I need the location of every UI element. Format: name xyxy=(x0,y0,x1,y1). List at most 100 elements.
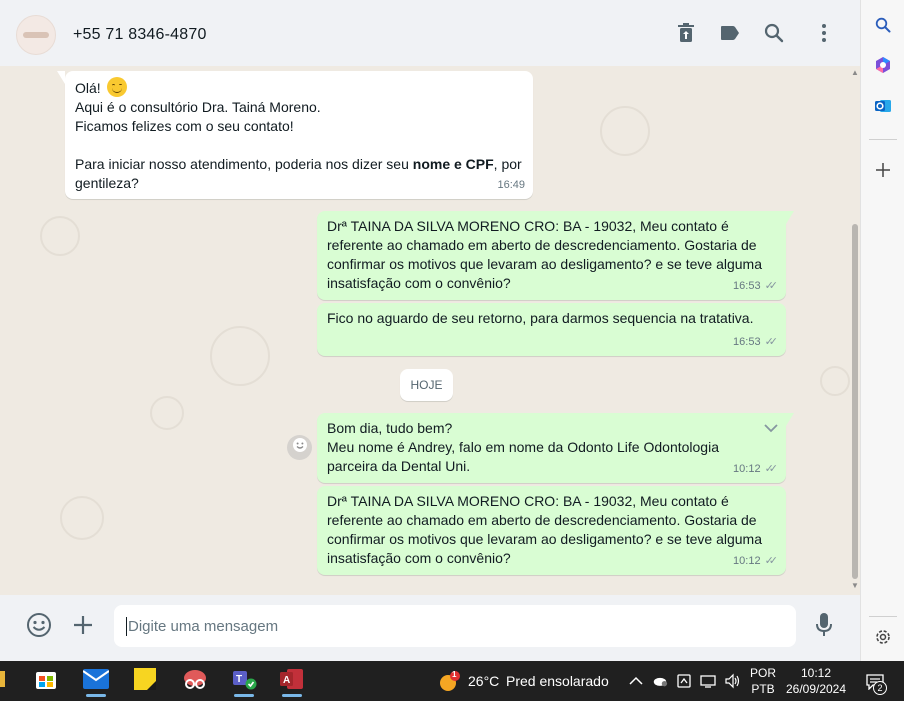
double-check-icon: ✓✓ xyxy=(764,555,779,567)
search-button[interactable] xyxy=(761,22,787,48)
sidebar-settings-button[interactable] xyxy=(871,627,895,651)
notification-count-badge: 2 xyxy=(873,681,887,695)
message-meta: 10:12 ✓✓ xyxy=(733,552,778,571)
active-indicator xyxy=(86,694,106,697)
weather-desc[interactable]: Pred ensolarado xyxy=(506,673,609,689)
message-text: , por xyxy=(493,156,522,172)
sidebar-divider xyxy=(869,139,897,140)
react-button[interactable] xyxy=(287,435,312,460)
message-meta: 10:12 ✓✓ xyxy=(733,460,778,479)
active-indicator xyxy=(234,694,254,697)
access-icon: A xyxy=(279,667,305,696)
app-icon xyxy=(0,669,5,694)
clock[interactable]: 10:12 26/09/2024 xyxy=(782,665,850,697)
cloud-sync-icon[interactable] xyxy=(652,673,668,689)
scroll-down-arrow-icon[interactable]: ▼ xyxy=(851,581,859,590)
weather-badge: 1 xyxy=(452,670,457,679)
message-text: insatisfação com o convênio? xyxy=(327,550,511,566)
avatar[interactable] xyxy=(16,15,56,55)
message-incoming[interactable]: Olá! Aqui é o consultório Dra. Tainá Mor… xyxy=(57,71,533,199)
sidebar-copilot-button[interactable] xyxy=(871,55,895,79)
taskbar-snipping[interactable] xyxy=(177,665,213,697)
taskbar-store[interactable] xyxy=(28,665,64,697)
windows-taskbar: T A 1 26°C Pred ensolarado POR PTB 10:12… xyxy=(0,661,904,701)
message-line: Para iniciar nosso atendimento, poderia … xyxy=(75,155,523,174)
message-outgoing[interactable]: Bom dia, tudo bem? Meu nome é Andrey, fa… xyxy=(317,413,794,483)
contact-name[interactable]: +55 71 8346-4870 xyxy=(73,26,207,44)
message-outgoing[interactable]: Drª TAINA DA SILVA MORENO CRO: BA - 1903… xyxy=(317,211,794,300)
voice-message-button[interactable] xyxy=(810,612,838,643)
message-text: Drª TAINA DA SILVA MORENO CRO: BA - 1903… xyxy=(327,493,729,509)
sticky-notes-icon xyxy=(133,667,157,696)
volume-icon[interactable] xyxy=(724,673,740,689)
message-text: insatisfação com o convênio? xyxy=(327,275,511,291)
chat-messages[interactable]: Olá! Aqui é o consultório Dra. Tainá Mor… xyxy=(0,66,860,595)
label-button[interactable] xyxy=(717,22,743,48)
message-meta: 16:53 ✓✓ xyxy=(733,277,778,296)
emoji-button[interactable] xyxy=(25,612,53,641)
mail-icon xyxy=(82,668,110,694)
chevron-down-icon[interactable] xyxy=(764,419,778,438)
show-hidden-icons-chevron-icon[interactable] xyxy=(628,673,644,689)
wallpaper-doodle xyxy=(60,496,104,540)
taskbar-mail[interactable] xyxy=(78,665,114,697)
language-code: POR xyxy=(749,666,776,680)
delete-icon xyxy=(678,22,694,48)
sidebar-outlook-button[interactable] xyxy=(871,96,895,120)
message-time: 16:53 xyxy=(733,336,761,348)
wallpaper-doodle xyxy=(820,366,850,396)
double-check-icon: ✓✓ xyxy=(764,336,779,348)
avatar-logo xyxy=(23,32,49,38)
message-text: referente ao chamado em aberto de descre… xyxy=(327,512,757,528)
message-text: confirmar os motivos que levaram ao desl… xyxy=(327,256,762,272)
sidebar-add-button[interactable] xyxy=(871,160,895,184)
menu-icon xyxy=(821,23,827,48)
taskbar-app-partial[interactable] xyxy=(0,665,16,697)
taskbar-access[interactable]: A xyxy=(274,665,310,697)
weather-temp[interactable]: 26°C xyxy=(468,673,499,689)
message-text: Fico no aguardo de seu retorno, para dar… xyxy=(327,310,754,326)
browser-sidebar xyxy=(860,0,904,661)
scroll-thumb[interactable] xyxy=(852,224,858,579)
notifications-button[interactable]: 2 xyxy=(863,671,887,695)
plus-icon xyxy=(73,615,93,640)
weather-widget-icon[interactable]: 1 xyxy=(438,670,460,693)
composer xyxy=(0,595,860,661)
menu-button[interactable] xyxy=(811,22,837,48)
message-outgoing[interactable]: Fico no aguardo de seu retorno, para dar… xyxy=(317,303,786,356)
smiling-face-emoji-icon xyxy=(106,77,127,97)
message-text: parceira da Dental Uni. xyxy=(327,458,471,474)
copilot-icon xyxy=(874,56,892,79)
message-time: 16:53 xyxy=(733,280,761,292)
display-icon[interactable] xyxy=(700,673,716,689)
taskbar-teams[interactable]: T xyxy=(226,665,262,697)
message-input[interactable] xyxy=(114,605,796,647)
message-text: Aqui é o consultório Dra. Tainá Moreno. xyxy=(75,99,321,115)
wallpaper-doodle xyxy=(600,106,650,156)
clock-date: 26/09/2024 xyxy=(785,682,847,696)
wallpaper-doodle xyxy=(40,216,80,256)
chat-header: +55 71 8346-4870 xyxy=(0,4,860,66)
clock-time: 10:12 xyxy=(800,666,832,680)
teams-icon: T xyxy=(231,667,257,696)
message-outgoing[interactable]: Drª TAINA DA SILVA MORENO CRO: BA - 1903… xyxy=(317,486,786,575)
sidebar-search-button[interactable] xyxy=(871,15,895,39)
bubble-tail xyxy=(57,71,65,84)
mic-icon xyxy=(815,612,833,643)
message-text: Para iniciar nosso atendimento, poderia … xyxy=(75,156,409,172)
message-text: Drª TAINA DA SILVA MORENO CRO: BA - 1903… xyxy=(327,218,729,234)
scroll-up-arrow-icon[interactable]: ▲ xyxy=(851,68,859,77)
delete-button[interactable] xyxy=(673,22,699,48)
snipping-tool-icon xyxy=(182,668,208,695)
message-line: Olá! xyxy=(75,77,523,98)
bubble-tail xyxy=(786,413,794,426)
attach-button[interactable] xyxy=(69,613,97,641)
message-meta: 16:53 ✓✓ xyxy=(733,333,778,352)
taskbar-sticky-notes[interactable] xyxy=(127,665,163,697)
message-time: 10:12 xyxy=(733,463,761,475)
message-text: Olá! xyxy=(75,80,101,96)
network-status-icon[interactable] xyxy=(676,673,692,689)
scrollbar[interactable]: ▲ ▼ xyxy=(850,66,860,595)
language-indicator[interactable]: POR PTB xyxy=(746,665,780,697)
